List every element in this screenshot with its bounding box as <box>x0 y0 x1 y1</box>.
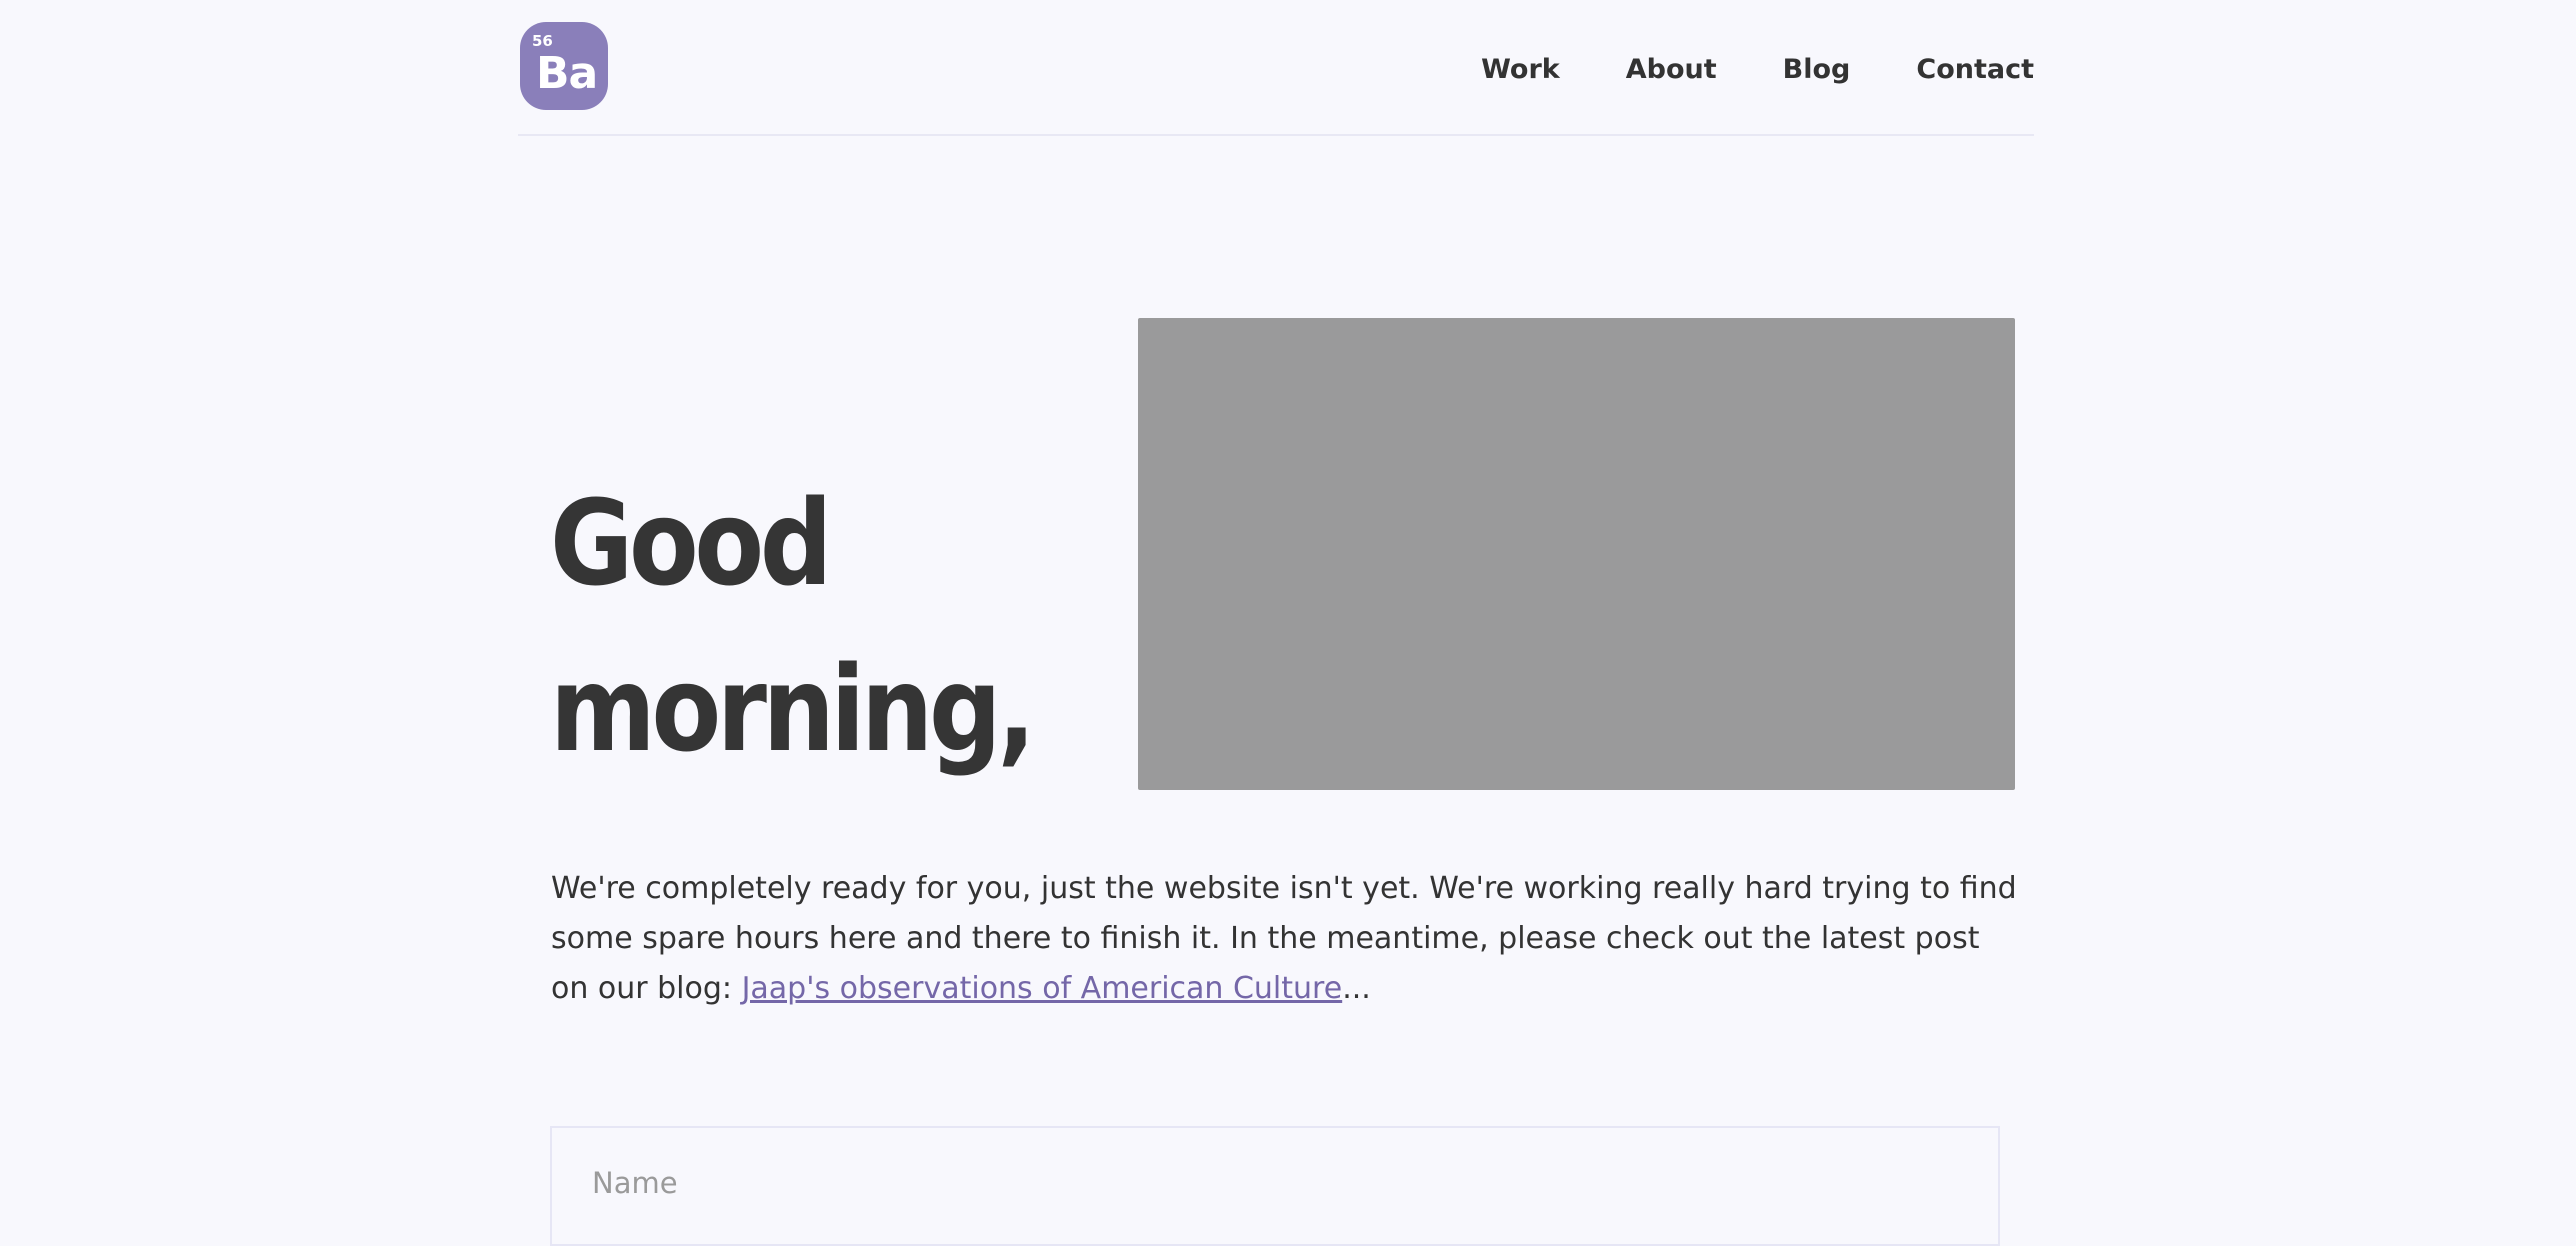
nav-item-blog[interactable]: Blog <box>1783 56 1851 83</box>
nav-item-work[interactable]: Work <box>1481 56 1560 83</box>
blog-post-link[interactable]: Jaap's observations of American Culture <box>742 971 1343 1006</box>
intro-ellipsis: ... <box>1342 971 1371 1006</box>
hero-image-placeholder <box>1138 318 2015 790</box>
main-nav: Work About Blog Contact <box>1415 56 2034 83</box>
hero-heading-line-2: morning, <box>550 640 1036 778</box>
site-header: 56 Ba Work About Blog Contact <box>518 0 2034 136</box>
nav-item-about[interactable]: About <box>1626 56 1717 83</box>
name-input[interactable] <box>592 1158 1952 1208</box>
page-container: 56 Ba Work About Blog Contact Good mornin… <box>518 0 2034 1246</box>
contact-form <box>550 1126 2000 1246</box>
logo-atomic-number: 56 <box>532 32 553 50</box>
nav-item-contact[interactable]: Contact <box>1916 56 2034 83</box>
logo-element-symbol: Ba <box>536 48 598 99</box>
logo-link[interactable]: 56 Ba <box>520 22 608 110</box>
hero-heading: Good morning, <box>550 460 1036 792</box>
hero-heading-line-1: Good <box>550 474 832 612</box>
intro-paragraph: We're completely ready for you, just the… <box>551 864 2021 1014</box>
